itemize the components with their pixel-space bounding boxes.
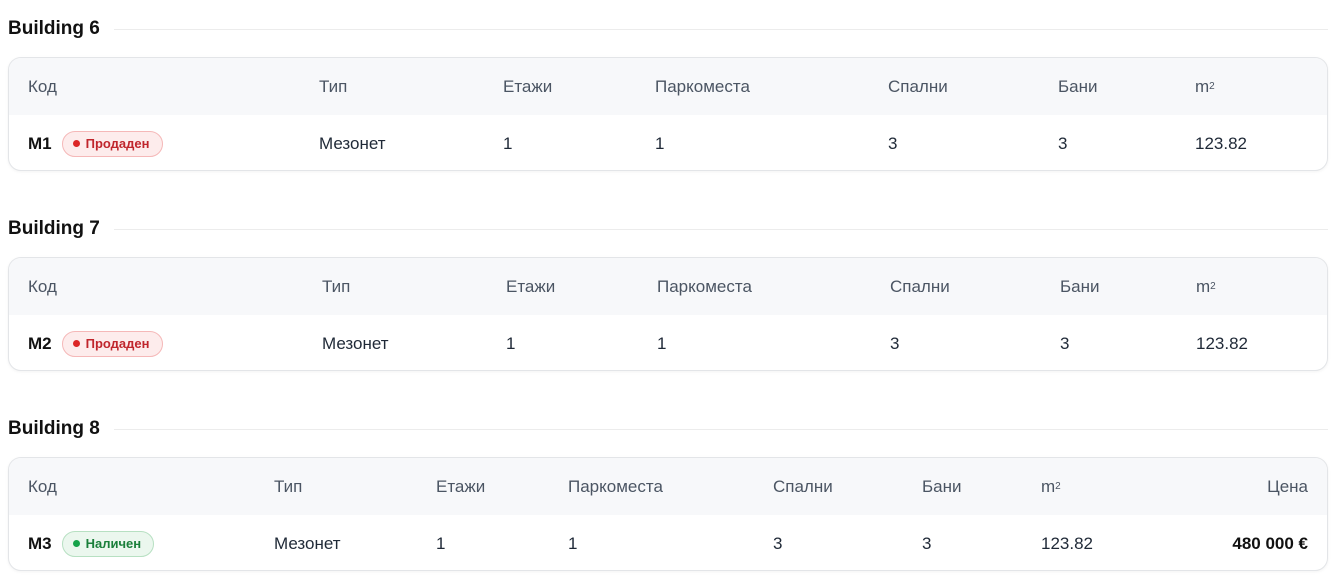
area-unit: m	[1041, 476, 1056, 496]
area-unit-sup: 2	[1209, 81, 1215, 92]
header-bedrooms[interactable]: Спални	[773, 458, 833, 515]
unit-type: Мезонет	[322, 333, 389, 353]
header-parking[interactable]: Паркоместа	[568, 458, 663, 515]
header-code[interactable]: Код	[28, 258, 57, 315]
header-floors[interactable]: Етажи	[503, 58, 552, 115]
table-header-row: Код Тип Етажи Паркоместа Спални Бани m2	[9, 258, 1327, 315]
unit-code-cell: M3 Наличен	[28, 515, 155, 570]
header-parking[interactable]: Паркоместа	[657, 258, 752, 315]
unit-bathrooms: 3	[1058, 133, 1068, 153]
header-parking[interactable]: Паркоместа	[655, 58, 750, 115]
unit-bathrooms: 3	[922, 533, 932, 553]
unit-bedrooms: 3	[773, 533, 783, 553]
unit-parking: 1	[568, 533, 578, 553]
unit-floors: 1	[503, 133, 513, 153]
section-header: Building 8	[8, 414, 1328, 444]
unit-bedrooms: 3	[890, 333, 900, 353]
section-header: Building 7	[8, 214, 1328, 244]
unit-area: 123.82	[1196, 333, 1248, 353]
unit-price: 480 000 €	[1232, 533, 1308, 553]
unit-code: M3	[28, 533, 52, 553]
unit-type: Мезонет	[319, 133, 386, 153]
unit-floors: 1	[436, 533, 446, 553]
units-table: Код Тип Етажи Паркоместа Спални Бани m2 …	[8, 457, 1328, 571]
header-bathrooms[interactable]: Бани	[1060, 258, 1100, 315]
section-title: Building 6	[8, 18, 100, 39]
header-area[interactable]: m2	[1196, 258, 1216, 315]
header-area[interactable]: m2	[1195, 58, 1215, 115]
header-floors[interactable]: Етажи	[436, 458, 485, 515]
unit-bathrooms: 3	[1060, 333, 1070, 353]
area-unit: m	[1196, 276, 1211, 296]
header-type[interactable]: Тип	[322, 258, 350, 315]
building-section: Building 6 Код Тип Етажи Паркоместа Спал…	[8, 14, 1328, 171]
section-title: Building 8	[8, 418, 100, 439]
status-badge: Продаден	[61, 330, 163, 357]
unit-code-cell: M1 Продаден	[28, 115, 163, 170]
status-label: Продаден	[85, 136, 150, 151]
table-header-row: Код Тип Етажи Паркоместа Спални Бани m2	[9, 58, 1327, 115]
building-section: Building 7 Код Тип Етажи Паркоместа Спал…	[8, 214, 1328, 371]
status-dot-icon	[72, 340, 80, 347]
table-row[interactable]: M2 Продаден Мезонет 1 1 3 3 123.82	[9, 315, 1327, 370]
unit-area: 123.82	[1195, 133, 1247, 153]
unit-parking: 1	[657, 333, 667, 353]
header-area[interactable]: m2	[1041, 458, 1061, 515]
status-label: Продаден	[85, 336, 150, 351]
table-row[interactable]: M1 Продаден Мезонет 1 1 3 3 123.82	[9, 115, 1327, 170]
header-bathrooms[interactable]: Бани	[922, 458, 962, 515]
unit-parking: 1	[655, 133, 665, 153]
header-type[interactable]: Тип	[319, 58, 347, 115]
area-unit: m	[1195, 76, 1210, 96]
section-title: Building 7	[8, 218, 100, 239]
table-header-row: Код Тип Етажи Паркоместа Спални Бани m2 …	[9, 458, 1327, 515]
status-dot-icon	[72, 140, 80, 147]
header-floors[interactable]: Етажи	[506, 258, 555, 315]
status-badge: Наличен	[61, 530, 155, 557]
units-table: Код Тип Етажи Паркоместа Спални Бани m2 …	[8, 257, 1328, 371]
header-bathrooms[interactable]: Бани	[1058, 58, 1098, 115]
section-divider	[113, 428, 1328, 430]
header-bedrooms[interactable]: Спални	[890, 258, 950, 315]
unit-code-cell: M2 Продаден	[28, 315, 163, 370]
header-code[interactable]: Код	[28, 458, 57, 515]
section-divider	[113, 228, 1328, 230]
building-section: Building 8 Код Тип Етажи Паркоместа Спал…	[8, 414, 1328, 571]
status-dot-icon	[72, 540, 80, 547]
status-label: Наличен	[85, 536, 142, 551]
area-unit-sup: 2	[1055, 481, 1061, 492]
unit-code: M2	[28, 333, 52, 353]
unit-bedrooms: 3	[888, 133, 898, 153]
header-type[interactable]: Тип	[274, 458, 302, 515]
area-unit-sup: 2	[1210, 281, 1216, 292]
section-divider	[113, 28, 1328, 30]
unit-type: Мезонет	[274, 533, 341, 553]
unit-area: 123.82	[1041, 533, 1093, 553]
header-code[interactable]: Код	[28, 58, 57, 115]
header-bedrooms[interactable]: Спални	[888, 58, 948, 115]
units-table: Код Тип Етажи Паркоместа Спални Бани m2 …	[8, 57, 1328, 171]
section-header: Building 6	[8, 14, 1328, 44]
unit-code: M1	[28, 133, 52, 153]
status-badge: Продаден	[61, 130, 163, 157]
header-price[interactable]: Цена	[1267, 458, 1308, 515]
table-row[interactable]: M3 Наличен Мезонет 1 1 3 3 123.82 480 00…	[9, 515, 1327, 570]
unit-floors: 1	[506, 333, 516, 353]
